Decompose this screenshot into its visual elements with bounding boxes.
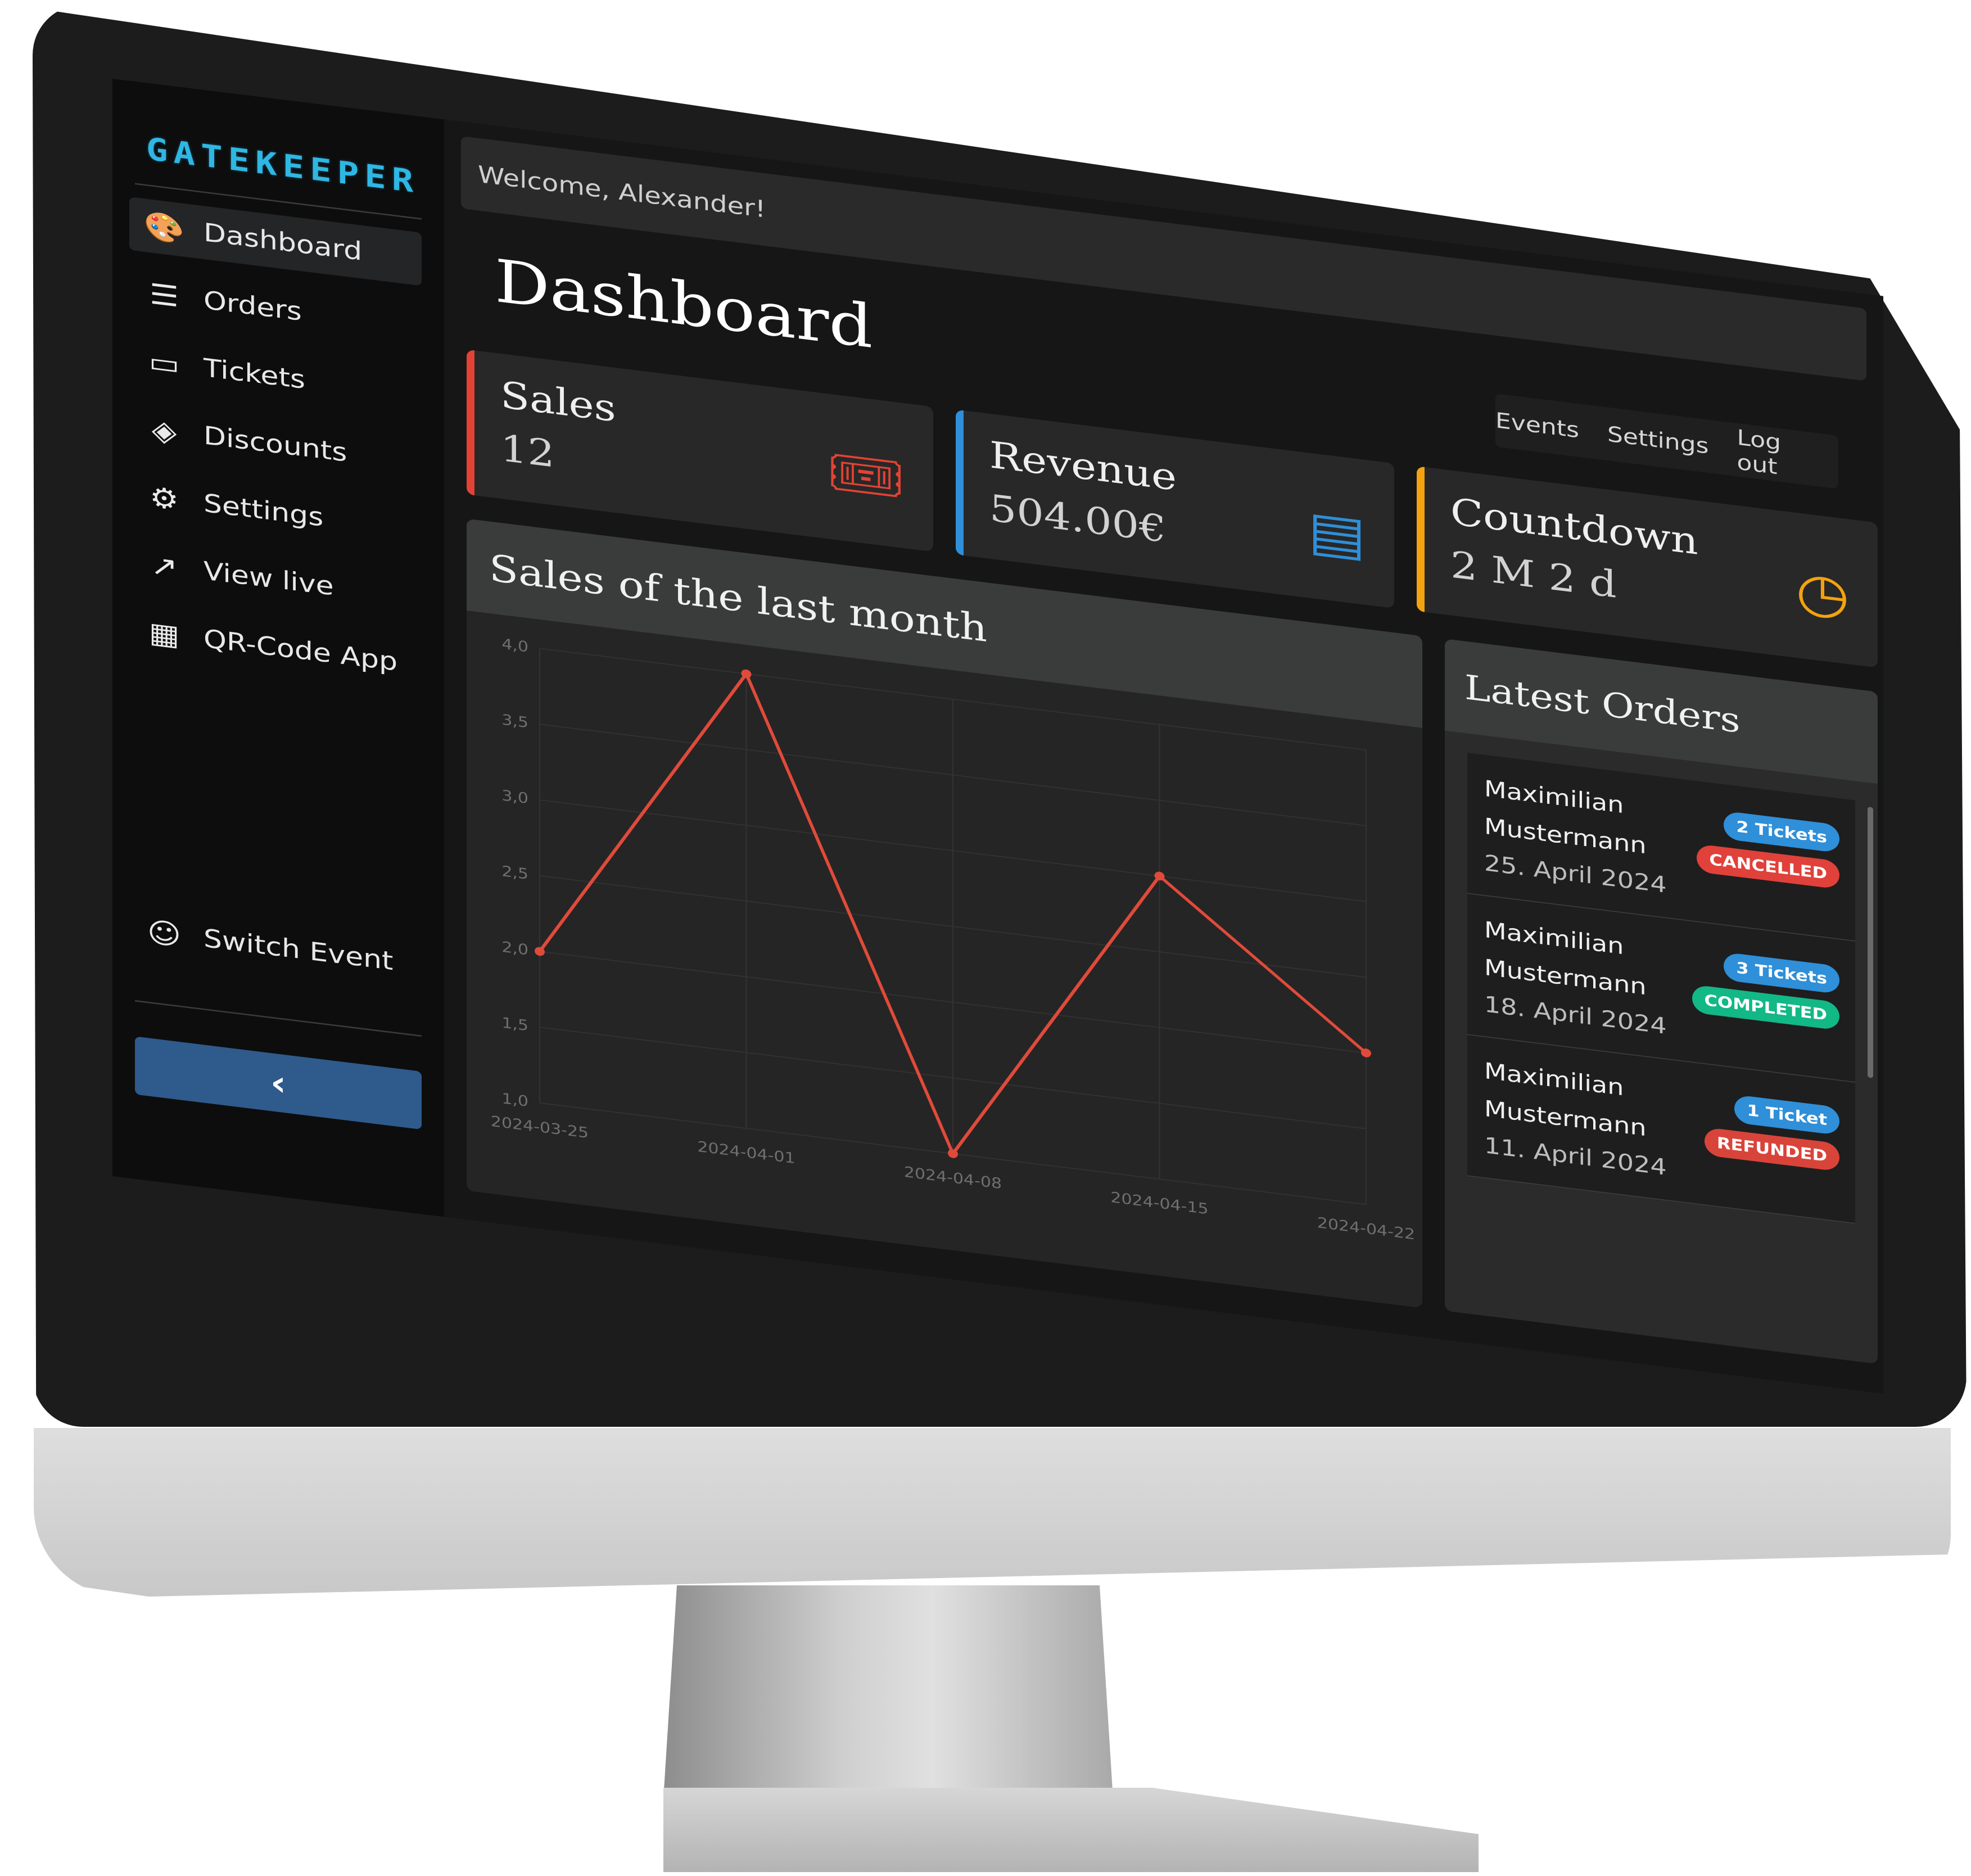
stat-card-countdown: Countdown 2 M 2 d ◷ [1417,466,1878,668]
stat-accent-bar [1417,466,1425,612]
ticket-count-badge: 1 Ticket [1734,1094,1839,1136]
gears-icon: ⚙ [150,480,179,517]
ticket-count-badge: 2 Tickets [1724,811,1839,853]
y-tick-label: 3,5 [501,711,528,731]
sidebar-item-label: Settings [204,489,324,533]
x-tick-label: 2024-04-15 [1110,1188,1208,1218]
x-tick-label: 2024-04-22 [1317,1214,1415,1243]
nav-link-events[interactable]: Events [1495,408,1579,442]
nav-link-logout[interactable]: Log out [1737,425,1821,485]
y-tick-label: 1,0 [501,1090,528,1110]
chevron-left-icon: ‹ [270,1062,287,1104]
cash-register-icon: ▤ [1308,498,1366,568]
stat-value: 2 M 2 d [1450,543,1617,607]
x-tick-label: 2024-04-08 [904,1163,1002,1192]
sidebar-item-label: View live [204,556,334,602]
ticket-icon: ▭ [148,345,180,382]
stat-card-revenue: Revenue 504.00€ ▤ [956,409,1394,609]
orders-list[interactable]: Maximilian Mustermann 25. April 2024 2 T… [1467,752,1855,1351]
nav-link-settings[interactable]: Settings [1607,422,1708,459]
stat-value: 12 [500,426,555,476]
monitor-stand-base [663,1788,1479,1872]
data-point [1361,1048,1371,1057]
stat-value: 504.00€ [989,486,1167,551]
screen: GATEKEEPER 🎨 Dashboard ☰ Orders ▭ Ticket… [112,79,1883,1394]
switch-event-label: Switch Event [204,924,394,977]
sales-chart-card: Sales of the last month 1,0 1,5 2,0 2,5 3,0 3… [467,518,1422,1308]
y-tick-label: 2,5 [501,862,528,883]
external-link-icon: ↗ [150,548,178,585]
clock-icon: ◷ [1796,558,1850,627]
welcome-text: Welcome, Alexander! [478,161,766,224]
sidebar-item-label: Discounts [204,421,347,468]
status-badge: CANCELLED [1697,843,1839,889]
sidebar-item-label: Dashboard [204,218,363,267]
qr-code-icon: ▦ [148,615,180,653]
y-tick-label: 2,0 [501,938,528,959]
y-tick-label: 1,5 [501,1014,528,1034]
tags-icon: ◈ [151,413,177,449]
stat-accent-bar [956,409,964,556]
sidebar-item-label: QR-Code App [204,624,397,677]
switch-event-button[interactable]: ☺ Switch Event [129,903,422,992]
sidebar-divider [135,1000,422,1037]
orders-scrollbar[interactable] [1868,806,1873,1078]
sales-line-chart: 1,0 1,5 2,0 2,5 3,0 3,5 4,0 2024-03-25 2024-04-0… [491,635,1415,1243]
status-badge: REFUNDED [1704,1127,1839,1172]
sidebar-item-label: Tickets [204,353,305,395]
ticket-count-badge: 3 Tickets [1724,952,1839,994]
ticket-icon: 🎟 [826,439,905,512]
masks-icon: ☺ [147,915,182,952]
y-tick-label: 3,0 [501,786,528,807]
latest-orders-card: Latest Orders Maximilian Mustermann 25. … [1445,639,1878,1364]
app-logo[interactable]: GATEKEEPER [146,131,419,207]
page-title: Dashboard [495,246,873,362]
x-tick-label: 2024-03-25 [491,1113,589,1142]
palette-icon: 🎨 [143,208,185,247]
monitor-stand-neck [663,1585,1113,1799]
stat-card-sales: Sales 12 🎟 [467,349,933,552]
top-nav: Events Settings Log out [1495,394,1838,489]
main-content: Welcome, Alexander! Dashboard Events Set… [444,119,1883,1394]
list-icon: ☰ [150,277,179,314]
sidebar-item-label: Orders [204,286,302,327]
y-tick-label: 4,0 [501,635,528,656]
stat-accent-bar [467,349,474,496]
stat-label: Sales [500,373,616,431]
collapse-sidebar-button[interactable]: ‹ [135,1036,422,1130]
x-tick-label: 2024-04-01 [697,1138,795,1167]
sidebar: GATEKEEPER 🎨 Dashboard ☰ Orders ▭ Ticket… [112,79,444,1217]
